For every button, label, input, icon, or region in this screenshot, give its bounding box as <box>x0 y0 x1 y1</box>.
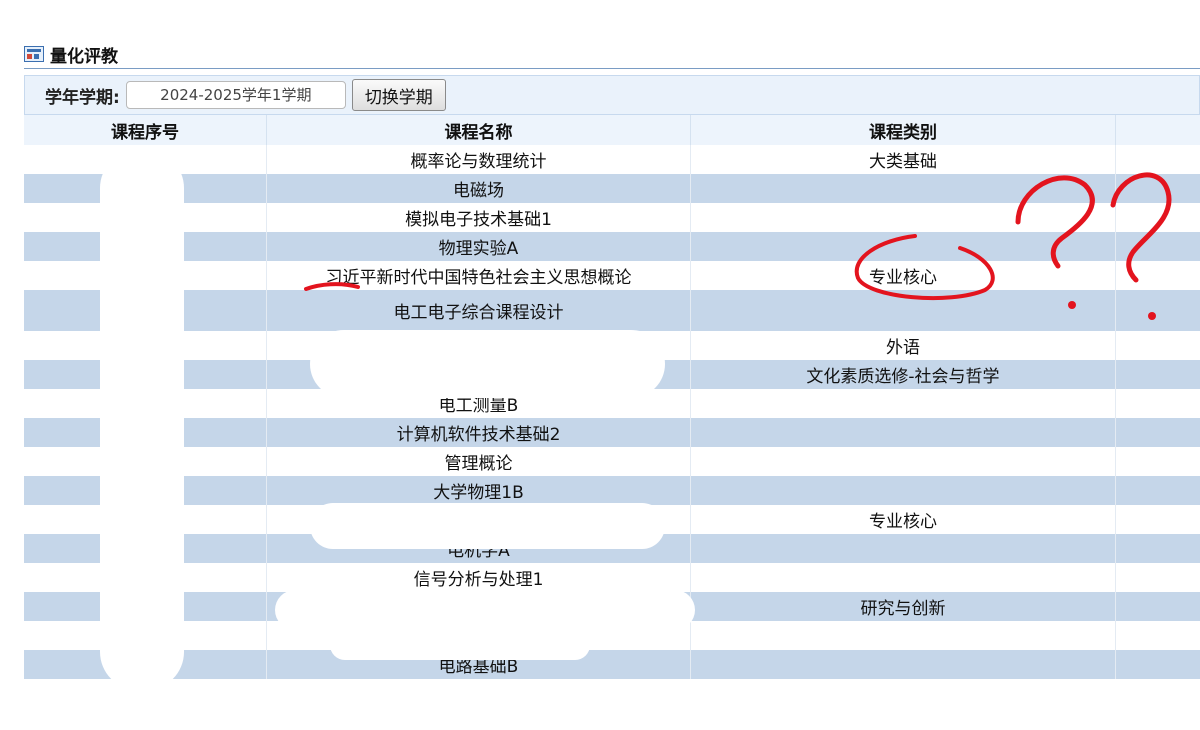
extra-cell <box>1115 203 1200 232</box>
extra-cell <box>1115 476 1200 505</box>
table-row[interactable]: 概率论与数理统计 大类基础 <box>24 145 1200 174</box>
extra-cell <box>1115 650 1200 679</box>
table-row[interactable]: 管理概论 <box>24 447 1200 476</box>
course-category-cell <box>690 621 1116 650</box>
course-name-cell: 模拟电子技术基础1 <box>266 203 691 232</box>
course-category-cell: 大类基础 <box>690 145 1116 174</box>
extra-cell <box>1115 145 1200 174</box>
course-category-cell <box>690 534 1116 563</box>
course-name-cell: 习近平新时代中国特色社会主义思想概论 <box>266 261 691 290</box>
course-category-cell <box>690 290 1116 331</box>
course-name-cell: 电磁场 <box>266 174 691 203</box>
extra-cell <box>1115 534 1200 563</box>
header-course-name: 课程名称 <box>266 115 691 145</box>
table-row[interactable]: 物理实验A <box>24 232 1200 261</box>
extra-cell <box>1115 389 1200 418</box>
header-extra <box>1115 115 1200 145</box>
extra-cell <box>1115 174 1200 203</box>
course-name-rest: 新时代中国特色社会主义思想概论 <box>376 268 632 288</box>
redaction-course-name-1 <box>310 330 665 398</box>
table-row[interactable]: 电磁场 <box>24 174 1200 203</box>
course-name-highlight: 习近平 <box>325 268 377 288</box>
course-name-cell: 信号分析与处理1 <box>266 563 691 592</box>
course-name-cell: 计算机软件技术基础2 <box>266 418 691 447</box>
extra-cell <box>1115 447 1200 476</box>
extra-cell <box>1115 331 1200 360</box>
extra-cell <box>1115 261 1200 290</box>
course-category-cell <box>690 447 1116 476</box>
course-name-cell: 大学物理1B <box>266 476 691 505</box>
extra-cell <box>1115 505 1200 534</box>
table-row[interactable]: 电路基础B <box>24 650 1200 679</box>
course-name-cell: 物理实验A <box>266 232 691 261</box>
extra-cell <box>1115 290 1200 331</box>
table-row[interactable]: 大学物理1B <box>24 476 1200 505</box>
extra-cell <box>1115 360 1200 389</box>
course-category-cell <box>690 232 1116 261</box>
course-category-cell: 文化素质选修-社会与哲学 <box>690 360 1116 389</box>
extra-cell <box>1115 592 1200 621</box>
table-header-row: 课程序号 课程名称 课程类别 <box>24 115 1200 145</box>
extra-cell <box>1115 418 1200 447</box>
header-course-id: 课程序号 <box>24 115 267 145</box>
table-row[interactable]: 模拟电子技术基础1 <box>24 203 1200 232</box>
table-form-icon <box>24 46 44 62</box>
redaction-course-name-2 <box>310 503 665 549</box>
extra-cell <box>1115 563 1200 592</box>
course-category-cell: 专业核心 <box>690 505 1116 534</box>
course-category-cell: 研究与创新 <box>690 592 1116 621</box>
table-row[interactable]: 习近平新时代中国特色社会主义思想概论 专业核心 <box>24 261 1200 290</box>
term-filter-bar: 学年学期: 2024-2025学年1学期 切换学期 <box>24 75 1200 115</box>
table-row[interactable]: 信号分析与处理1 <box>24 563 1200 592</box>
course-category-cell <box>690 203 1116 232</box>
redaction-course-id-column <box>100 150 184 690</box>
table-row[interactable]: 计算机软件技术基础2 <box>24 418 1200 447</box>
table-row[interactable]: 电工电子综合课程设计 <box>24 290 1200 331</box>
course-category-cell <box>690 563 1116 592</box>
redaction-course-name-4 <box>330 630 590 660</box>
course-name-cell: 电工电子综合课程设计 <box>266 290 691 331</box>
course-category-cell <box>690 476 1116 505</box>
header-course-category: 课程类别 <box>690 115 1116 145</box>
course-category-cell <box>690 174 1116 203</box>
redaction-course-name-3 <box>275 590 695 630</box>
extra-cell <box>1115 621 1200 650</box>
extra-cell <box>1115 232 1200 261</box>
term-label: 学年学期: <box>45 87 120 108</box>
course-category-cell: 外语 <box>690 331 1116 360</box>
course-category-cell <box>690 389 1116 418</box>
course-name-cell: 管理概论 <box>266 447 691 476</box>
course-category-cell: 专业核心 <box>690 261 1116 290</box>
course-category-cell <box>690 650 1116 679</box>
term-select[interactable]: 2024-2025学年1学期 <box>125 81 346 109</box>
panel-header: 量化评教 <box>24 40 1200 69</box>
course-category-cell <box>690 418 1116 447</box>
panel-title: 量化评教 <box>50 46 118 67</box>
course-name-cell: 概率论与数理统计 <box>266 145 691 174</box>
switch-term-button[interactable]: 切换学期 <box>351 79 446 111</box>
